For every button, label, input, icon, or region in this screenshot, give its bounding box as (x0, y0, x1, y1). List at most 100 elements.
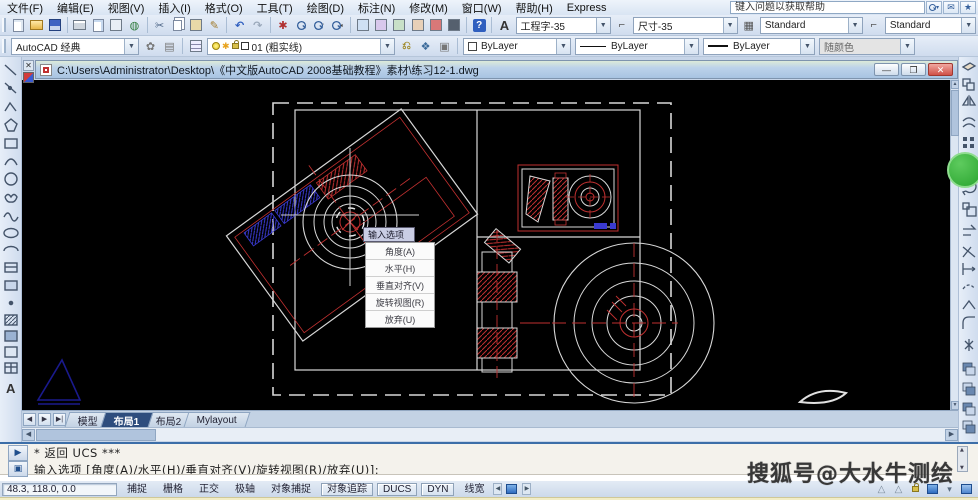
color-combo[interactable]: ByLayer ▼ (463, 37, 571, 55)
pan-icon[interactable]: ✱ (275, 17, 291, 33)
menu-view[interactable]: 视图(V) (101, 0, 152, 16)
tab-layout1[interactable]: 布局1 (100, 412, 153, 428)
menu-window[interactable]: 窗口(W) (455, 0, 509, 16)
cut-icon[interactable]: ✂ (152, 17, 168, 33)
menu-option-horizontal[interactable]: 水平(H) (366, 260, 434, 277)
tool-palettes-icon[interactable] (391, 17, 407, 33)
menu-draw[interactable]: 绘图(D) (300, 0, 351, 16)
toolbar-close-icon[interactable]: ✕ (23, 60, 34, 71)
match-properties-icon[interactable]: ✎ (206, 17, 222, 33)
document-titlebar[interactable]: C:\Users\Administrator\Desktop\《中文版AutoC… (35, 60, 958, 79)
vertical-scroll-thumb[interactable] (951, 90, 959, 136)
menu-help[interactable]: 帮助(H) (509, 0, 560, 16)
menu-file[interactable]: 文件(F) (0, 0, 50, 16)
menu-option-vertical-align[interactable]: 垂直对齐(V) (366, 277, 434, 294)
status-left-arrow-icon[interactable]: ◀ (493, 483, 503, 495)
toolbar-grip[interactable] (2, 39, 6, 53)
mini-toolbar-icon-1[interactable]: ▶ (8, 445, 28, 461)
layer-isolate-icon[interactable]: ▣ (436, 38, 453, 54)
zoom-previous-icon[interactable]: ◂ (330, 17, 346, 33)
plot-preview-icon[interactable] (90, 17, 106, 33)
linetype-combo[interactable]: ByLayer ▼ (575, 37, 699, 55)
lineweight-toggle[interactable]: 线宽 (458, 483, 490, 496)
new-icon[interactable] (10, 17, 26, 33)
properties-icon[interactable] (355, 17, 371, 33)
restore-button[interactable]: ❐ (901, 63, 926, 76)
clean-screen-icon[interactable] (959, 483, 974, 496)
sheetset-manager-icon[interactable] (409, 17, 425, 33)
tab-nav-prev-icon[interactable]: ▶ (38, 413, 51, 426)
layer-manager-icon[interactable] (187, 38, 204, 54)
help-search-input[interactable]: 键入问题以获取帮助 (730, 1, 925, 14)
command-scroll-spinner[interactable] (957, 446, 968, 472)
tab-nav-last-icon[interactable]: ▶| (53, 413, 66, 426)
polyline-icon (4, 101, 17, 112)
publish-icon[interactable] (108, 17, 124, 33)
scroll-down-icon[interactable]: ▼ (951, 401, 959, 410)
status-right-arrow-icon[interactable]: ▶ (522, 483, 532, 495)
workspace-settings-icon[interactable]: ✿ (142, 38, 159, 54)
menu-express[interactable]: Express (560, 2, 614, 14)
close-button[interactable]: ✕ (928, 63, 953, 76)
menu-option-angle[interactable]: 角度(A) (366, 243, 434, 260)
workspace-combo[interactable]: AutoCAD 经典 ▼ (11, 37, 139, 55)
mini-toolbar-icon-2[interactable]: ▣ (8, 461, 28, 477)
menu-dimension[interactable]: 标注(N) (351, 0, 402, 16)
scroll-up-icon[interactable]: ▲ (951, 80, 959, 89)
snap-toggle[interactable]: 捕捉 (121, 483, 153, 496)
layer-states-icon[interactable]: ❖ (417, 38, 434, 54)
zoom-window-icon[interactable]: ▫ (311, 17, 327, 33)
tab-nav-first-icon[interactable]: ◀ (23, 413, 36, 426)
dyn-toggle[interactable]: DYN (421, 482, 455, 496)
save-icon[interactable] (46, 17, 62, 33)
lineweight-combo[interactable]: ByLayer ▼ (703, 37, 815, 55)
markup-icon[interactable] (428, 17, 444, 33)
search-icon[interactable]: ▾ (926, 1, 942, 14)
tab-mylayout[interactable]: Mylayout (183, 412, 251, 427)
scroll-right-icon[interactable]: ▶ (945, 429, 958, 441)
horizontal-scrollbar[interactable]: ◀ ▶ (22, 427, 958, 441)
table-style-combo[interactable]: Standard ▼ (759, 16, 863, 34)
menu-insert[interactable]: 插入(I) (151, 0, 197, 16)
menu-option-undo[interactable]: 放弃(U) (366, 311, 434, 327)
undo-icon[interactable]: ↶ (231, 17, 247, 33)
osnap-toggle[interactable]: 对象捕捉 (265, 483, 317, 496)
polar-toggle[interactable]: 极轴 (229, 483, 261, 496)
dim-style-combo[interactable]: 尺寸-35 ▼ (632, 16, 738, 34)
my-workspace-icon[interactable]: ▤ (161, 38, 178, 54)
menu-modify[interactable]: 修改(M) (402, 0, 455, 16)
plot-icon[interactable] (72, 17, 88, 33)
toolbar-grip[interactable] (2, 18, 6, 32)
copy-icon[interactable] (170, 17, 186, 33)
ducs-toggle[interactable]: DUCS (377, 482, 418, 496)
menu-edit[interactable]: 编辑(E) (50, 0, 101, 16)
web-icon[interactable]: ◍ (126, 17, 142, 33)
redo-icon[interactable]: ↷ (250, 17, 266, 33)
scroll-left-icon[interactable]: ◀ (22, 429, 35, 441)
model-paper-toggle-icon[interactable] (504, 483, 519, 496)
plot-style-combo[interactable]: 随颜色 ▼ (819, 37, 915, 55)
open-icon[interactable] (28, 17, 44, 33)
quickcalc-icon[interactable] (446, 17, 462, 33)
horizontal-scroll-thumb[interactable] (36, 429, 156, 441)
otrack-toggle[interactable]: 对象追踪 (321, 482, 373, 496)
communication-center-icon[interactable]: ✉ (943, 1, 959, 14)
command-window[interactable]: ▶ ▣ * 返回 UCS *** 输入选项 [角度(A)/水平(H)/垂直对齐(… (0, 442, 978, 487)
layer-combo[interactable]: ✱ 01 (粗实线) ▼ (207, 37, 395, 55)
minimize-button[interactable]: — (874, 63, 899, 76)
mleader-style-combo[interactable]: Standard ▼ (884, 16, 977, 34)
favorites-icon[interactable]: ★ (960, 1, 976, 14)
menu-option-rotate-view[interactable]: 旋转视图(R) (366, 294, 434, 311)
text-style-combo[interactable]: 工程字-35 ▼ (515, 16, 611, 34)
grid-toggle[interactable]: 栅格 (157, 483, 189, 496)
vertical-scrollbar[interactable]: ▲ ▼ (950, 80, 959, 410)
ortho-toggle[interactable]: 正交 (193, 483, 225, 496)
menu-tools[interactable]: 工具(T) (250, 0, 300, 16)
menu-format[interactable]: 格式(O) (198, 0, 250, 16)
help-icon[interactable]: ? (471, 17, 487, 33)
zoom-realtime-icon[interactable] (293, 17, 309, 33)
designcenter-icon[interactable] (373, 17, 389, 33)
paste-icon[interactable] (188, 17, 204, 33)
layer-previous-icon[interactable]: ⎌ (398, 38, 415, 54)
drawing-canvas[interactable]: 输入选项 角度(A) 水平(H) 垂直对齐(V) 旋转视图(R) 放弃(U) (22, 80, 950, 410)
